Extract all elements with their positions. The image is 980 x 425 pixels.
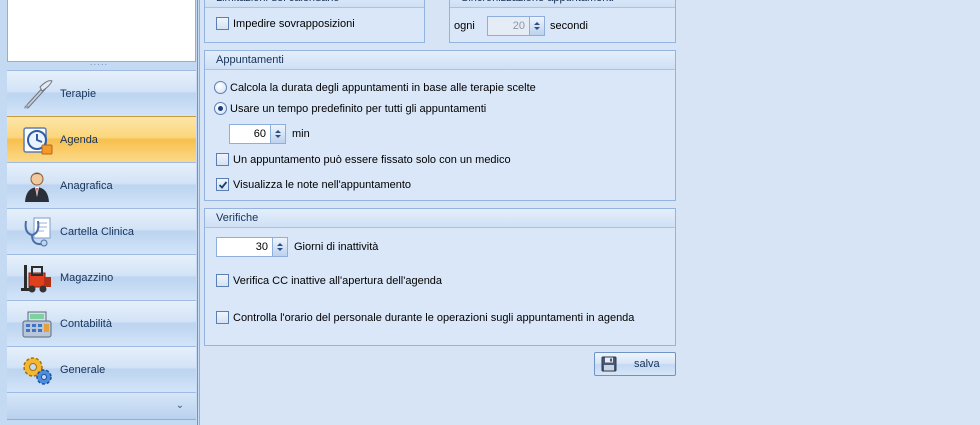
nav-item-cartella-clinica[interactable]: Cartella Clinica [7, 208, 196, 254]
spinner-arrows-icon[interactable] [529, 17, 544, 35]
navigation-pane-content [7, 0, 196, 62]
pane-splitter-grip[interactable]: ····· [0, 61, 198, 70]
person-icon [19, 168, 55, 204]
staff-schedule-option[interactable]: Controlla l'orario del personale durante… [216, 311, 634, 324]
checkmark-icon [218, 180, 227, 189]
nav-item-terapie[interactable]: Terapie [7, 70, 196, 116]
checks-group: Verifiche 30 Giorni di inattività Verifi… [204, 208, 676, 346]
scalpel-icon [19, 76, 55, 112]
default-duration-option[interactable]: Usare un tempo predefinito per tutti gli… [214, 102, 486, 115]
minutes-spinner[interactable]: 60 [229, 124, 286, 144]
chevron-down-icon[interactable]: ⌄ [174, 400, 186, 412]
nav-item-label: Magazzino [60, 271, 114, 284]
nav-item-label: Generale [60, 363, 106, 376]
inactivity-days-spinner[interactable]: 30 [216, 237, 288, 257]
spinner-arrows-icon[interactable] [270, 125, 285, 143]
radio-selected-dot [218, 106, 223, 111]
show-notes-checkbox[interactable] [216, 178, 229, 191]
nav-item-anagrafica[interactable]: Anagrafica [7, 162, 196, 208]
show-notes-label: Visualizza le note nell'appuntamento [233, 178, 412, 191]
sync-seconds-label: secondi [550, 20, 588, 32]
inactivity-days-value: 30 [255, 241, 268, 253]
inactivity-days-label: Giorni di inattività [294, 241, 379, 253]
duration-by-therapy-radio[interactable] [214, 81, 227, 94]
stethoscope-icon [19, 214, 55, 250]
prevent-overlap-option[interactable]: Impedire sovrapposizioni [216, 17, 355, 30]
duration-by-therapy-option[interactable]: Calcola la durata degli appuntamenti in … [214, 81, 536, 94]
cc-inactive-checkbox[interactable] [216, 274, 229, 287]
minutes-unit-label: min [292, 128, 310, 140]
default-duration-radio[interactable] [214, 102, 227, 115]
staff-schedule-label: Controlla l'orario del personale durante… [233, 311, 635, 324]
group-title: Limitazioni del calendario [205, 0, 424, 8]
appointments-group: Appuntamenti Calcola la durata degli app… [204, 50, 676, 201]
staff-schedule-checkbox[interactable] [216, 311, 229, 324]
nav-item-label: Cartella Clinica [60, 225, 134, 238]
nav-item-agenda[interactable]: Agenda [7, 116, 196, 162]
nav-item-magazzino[interactable]: Magazzino [7, 254, 196, 300]
navigation-pane-footer: ⌄ [7, 392, 196, 420]
prevent-overlap-checkbox[interactable] [216, 17, 229, 30]
nav-item-label: Agenda [60, 133, 98, 146]
default-duration-label: Usare un tempo predefinito per tutti gli… [230, 102, 487, 115]
agenda-clock-icon [19, 122, 55, 158]
group-title: Sincronizzazione appuntamenti [450, 0, 675, 8]
nav-item-label: Anagrafica [60, 179, 113, 192]
prevent-overlap-label: Impedire sovrapposizioni [233, 17, 355, 30]
sync-every-label: ogni [454, 20, 475, 32]
sync-seconds-spinner[interactable]: 20 [487, 16, 545, 36]
appointment-sync-group: Sincronizzazione appuntamenti ogni 20 se… [449, 0, 676, 43]
nav-item-label: Contabilità [60, 317, 112, 330]
save-button[interactable]: salva [594, 352, 676, 376]
gears-icon [19, 352, 55, 388]
nav-item-label: Terapie [60, 87, 97, 100]
cash-register-icon [19, 306, 55, 342]
options-panel: Limitazioni del calendario Impedire sovr… [199, 0, 980, 425]
inactivity-days-row: 30 Giorni di inattività [216, 237, 378, 257]
minutes-value: 60 [253, 128, 266, 140]
single-doctor-label: Un appuntamento può essere fissato solo … [233, 153, 511, 166]
save-button-label: salva [634, 358, 660, 370]
forklift-icon [19, 260, 55, 296]
sync-seconds-value: 20 [512, 20, 525, 32]
nav-item-contabilita[interactable]: Contabilità [7, 300, 196, 346]
nav-item-generale[interactable]: Generale [7, 346, 196, 392]
calendar-limits-group: Limitazioni del calendario Impedire sovr… [204, 0, 425, 43]
sync-interval-row: ogni 20 secondi [454, 16, 588, 36]
single-doctor-option[interactable]: Un appuntamento può essere fissato solo … [216, 153, 511, 166]
spinner-arrows-icon[interactable] [272, 238, 287, 256]
cc-inactive-option[interactable]: Verifica CC inattive all'apertura dell'a… [216, 274, 442, 287]
navigation-pane: ····· Terapie Agenda Anagrafica Cartella… [0, 0, 198, 425]
floppy-disk-icon [601, 356, 617, 372]
single-doctor-checkbox[interactable] [216, 153, 229, 166]
duration-by-therapy-label: Calcola la durata degli appuntamenti in … [230, 81, 536, 94]
cc-inactive-label: Verifica CC inattive all'apertura dell'a… [233, 274, 443, 287]
default-duration-minutes-row: 60 min [229, 124, 310, 144]
group-title: Verifiche [205, 209, 675, 228]
show-notes-option[interactable]: Visualizza le note nell'appuntamento [216, 178, 411, 191]
group-title: Appuntamenti [205, 51, 675, 70]
